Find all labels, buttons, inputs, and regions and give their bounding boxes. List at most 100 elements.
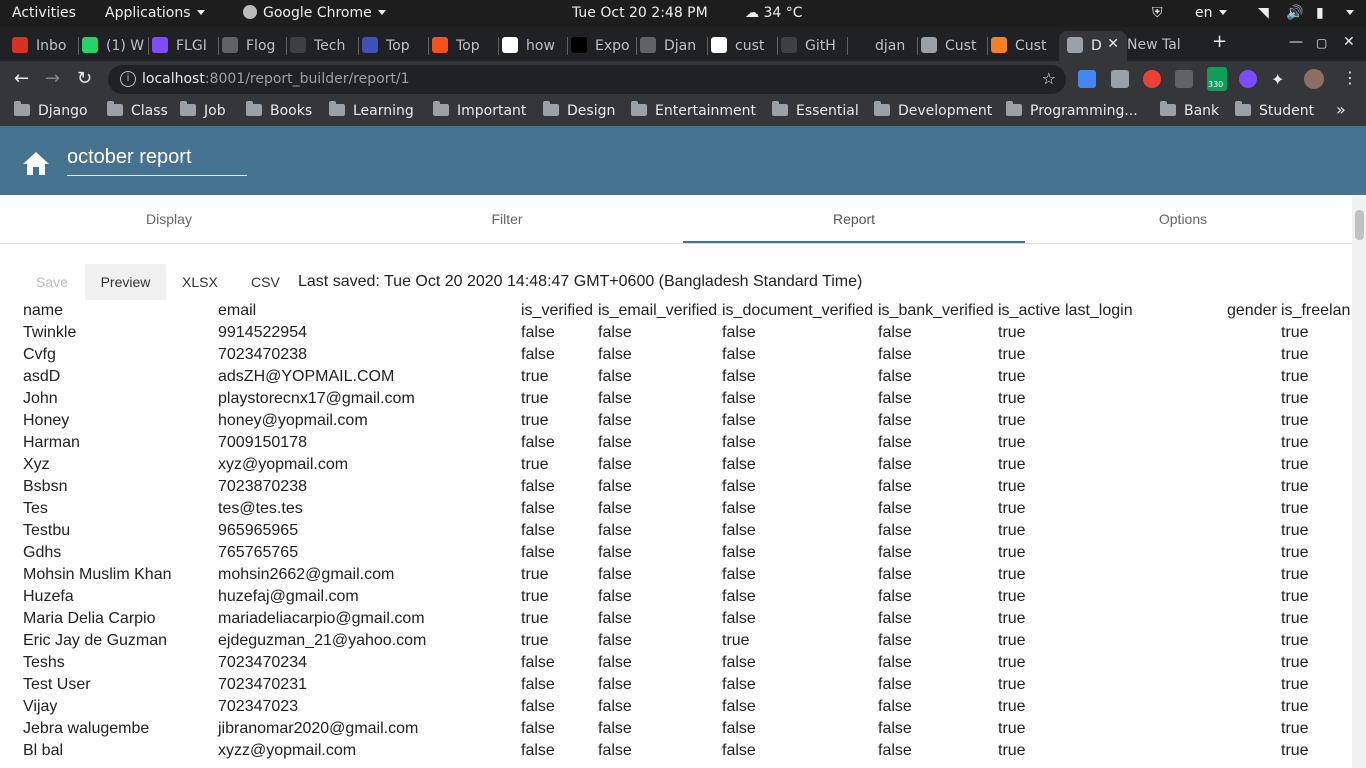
bookmark-label: Entertainment: [655, 103, 757, 119]
bookmark-folder[interactable]: Programming...: [1006, 101, 1138, 119]
bookmark-folder[interactable]: Books: [246, 101, 312, 119]
volume-icon[interactable]: 🔊: [1286, 5, 1303, 21]
bookmark-folder[interactable]: Design: [543, 101, 615, 119]
bookmark-folder[interactable]: Learning: [329, 101, 414, 119]
gmail-icon: [12, 37, 28, 53]
browser-tab[interactable]: cust: [711, 31, 773, 61]
facebook-extension-icon[interactable]: [1175, 70, 1193, 88]
table-cell: false: [598, 478, 632, 495]
browser-tab[interactable]: Cust: [991, 31, 1053, 61]
address-bar[interactable]: i localhost:8001/report_builder/report/1…: [108, 65, 1066, 94]
shield-icon[interactable]: ⛨: [1152, 5, 1163, 21]
more-bookmarks-button[interactable]: »: [1336, 100, 1346, 119]
table-cell: false: [598, 698, 632, 715]
puzzle-icon[interactable]: ✦: [1271, 70, 1289, 89]
page-scrollbar[interactable]: [1352, 195, 1366, 768]
bookmark-folder[interactable]: Entertainment: [631, 101, 757, 119]
tab-label: Flog: [246, 38, 276, 54]
tab-separator: [636, 37, 637, 55]
bookmark-folder[interactable]: Student: [1235, 101, 1314, 119]
home-icon[interactable]: [22, 150, 50, 176]
table-cell: false: [598, 324, 632, 341]
browser-tab[interactable]: Tech: [290, 31, 354, 61]
report-preview-table: name email is_verified is_email_verified is_…: [0, 300, 1352, 768]
maximize-icon[interactable]: ▢: [1316, 36, 1327, 50]
table-cell: true: [998, 434, 1026, 451]
bookmark-folder[interactable]: Essential: [772, 101, 859, 119]
medium-icon: [571, 37, 587, 53]
close-window-icon[interactable]: ✕: [1343, 34, 1355, 50]
table-cell: 765765765: [218, 544, 299, 561]
browser-tab[interactable]: Top: [432, 31, 494, 61]
tab-report[interactable]: Report: [683, 195, 1025, 243]
bookmark-folder[interactable]: Django: [14, 101, 88, 119]
browser-tab[interactable]: Top: [362, 31, 424, 61]
weather-indicator[interactable]: ☁ 34 °C: [745, 5, 803, 21]
active-app-menu[interactable]: Google Chrome: [243, 5, 386, 21]
wifi-icon[interactable]: ◥: [1258, 5, 1269, 21]
bookmark-star-icon[interactable]: ☆: [1042, 69, 1056, 88]
browser-tab[interactable]: Cust: [921, 31, 983, 61]
table-cell: false: [878, 522, 912, 539]
forward-icon[interactable]: →: [45, 68, 60, 89]
table-cell: true: [521, 632, 549, 649]
scrollbar-thumb[interactable]: [1355, 210, 1364, 240]
browser-tab[interactable]: New Tal: [1127, 31, 1197, 61]
back-icon[interactable]: ←: [14, 68, 29, 89]
browser-tab[interactable]: (1) W: [82, 31, 144, 61]
more-options-icon[interactable]: ⋮: [1342, 68, 1358, 87]
camera-extension-icon[interactable]: [1111, 70, 1129, 88]
power-menu[interactable]: [1340, 5, 1354, 21]
battery-icon[interactable]: ▮: [1316, 5, 1324, 21]
tab-label: how: [526, 38, 555, 54]
tab-options[interactable]: Options: [1014, 195, 1352, 243]
table-cell: Vijay: [23, 698, 58, 715]
bookmark-folder[interactable]: Bank: [1160, 101, 1219, 119]
browser-tab[interactable]: Inbo: [12, 31, 74, 61]
xlsx-button[interactable]: XLSX: [182, 264, 218, 300]
new-tab-button[interactable]: +: [1212, 31, 1227, 52]
applications-menu[interactable]: Applications: [105, 5, 205, 21]
url-text[interactable]: localhost:8001/report_builder/report/1: [142, 71, 410, 87]
adblock-extension-icon[interactable]: [1143, 70, 1161, 88]
browser-tab[interactable]: GitH: [781, 31, 843, 61]
chevron-down-icon: [1218, 10, 1227, 15]
table-cell: true: [998, 368, 1026, 385]
save-button[interactable]: Save: [36, 264, 68, 300]
bookmark-folder[interactable]: Job: [180, 101, 226, 119]
browser-tab[interactable]: FLGI: [152, 31, 214, 61]
browser-tab[interactable]: how: [502, 31, 563, 61]
minimize-icon[interactable]: —: [1289, 34, 1303, 50]
bookmark-folder[interactable]: Class: [107, 101, 168, 119]
csv-button[interactable]: CSV: [251, 264, 280, 300]
browser-tab[interactable]: Djan: [640, 31, 703, 61]
report-name-input[interactable]: october report: [67, 146, 247, 176]
column-header: is_freelan: [1281, 302, 1351, 319]
browser-tab[interactable]: Flog: [222, 31, 282, 61]
reload-icon[interactable]: ↻: [77, 68, 92, 89]
table-cell: true: [998, 632, 1026, 649]
browser-tab[interactable]: D ✕: [1059, 31, 1127, 61]
tab-separator: [777, 37, 778, 55]
browser-tab[interactable]: Expo: [571, 31, 632, 61]
table-cell: false: [598, 390, 632, 407]
translate-extension-icon[interactable]: [1078, 70, 1096, 88]
bookmark-folder[interactable]: Important: [433, 101, 526, 119]
site-info-icon[interactable]: i: [120, 71, 136, 87]
tab-label: Djan: [664, 38, 697, 54]
browser-tab[interactable]: djan: [851, 31, 913, 61]
activities-button[interactable]: Activities: [12, 5, 76, 21]
extension-badge: 330: [1208, 80, 1224, 89]
close-tab-icon[interactable]: ✕: [1107, 36, 1119, 52]
checkmark-extension-icon[interactable]: [1239, 70, 1257, 88]
language-indicator[interactable]: en: [1195, 5, 1227, 21]
counter-extension-icon[interactable]: 330: [1207, 67, 1227, 91]
avatar[interactable]: [1304, 69, 1324, 89]
tab-display[interactable]: Display: [0, 195, 338, 243]
clock[interactable]: Tue Oct 20 2:48 PM: [572, 5, 708, 21]
preview-button[interactable]: Preview: [85, 264, 166, 300]
table-cell: false: [722, 720, 756, 737]
table-cell: false: [521, 676, 555, 693]
bookmark-folder[interactable]: Development: [874, 101, 992, 119]
tab-filter[interactable]: Filter: [338, 195, 676, 243]
